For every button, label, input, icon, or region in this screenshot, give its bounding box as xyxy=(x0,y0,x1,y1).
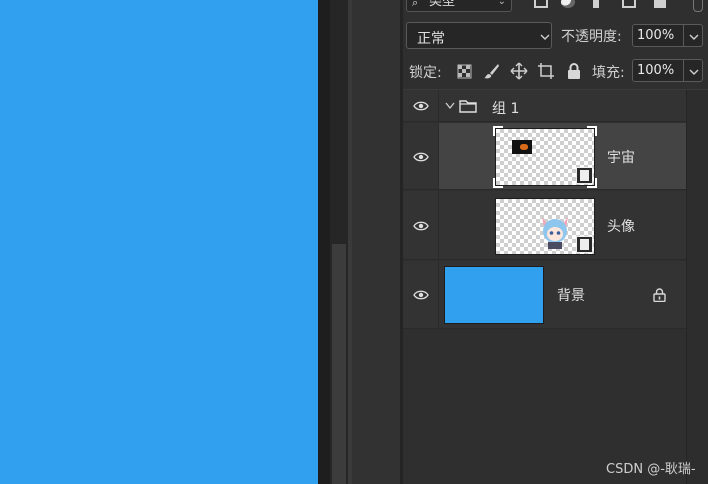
layer-filter-value: 类型 xyxy=(429,0,456,9)
visibility-toggle[interactable] xyxy=(403,90,439,121)
lock-icon[interactable] xyxy=(653,288,666,302)
eye-icon[interactable] xyxy=(413,152,429,162)
chevron-down-icon[interactable] xyxy=(445,102,455,110)
pixel-layer-filter-icon[interactable] xyxy=(534,0,548,8)
watermark: CSDN @-耿瑞- xyxy=(606,462,696,477)
eye-icon[interactable] xyxy=(413,290,429,300)
canvas-gutter xyxy=(318,0,330,484)
avatar-image xyxy=(542,217,568,249)
selection-corner xyxy=(493,126,503,136)
filter-toggle[interactable] xyxy=(693,0,703,12)
lock-label: 锁定: xyxy=(409,65,442,81)
layer-row-avatar[interactable]: 头像 xyxy=(403,191,686,260)
lock-artboard-icon[interactable] xyxy=(537,62,555,80)
layer-name[interactable]: 背景 xyxy=(557,285,585,305)
opacity-value: 100% xyxy=(637,28,675,43)
layer-thumbnail[interactable] xyxy=(495,198,595,255)
layer-name[interactable]: 头像 xyxy=(607,216,635,236)
lock-position-icon[interactable] xyxy=(510,62,528,80)
shape-layer-filter-icon[interactable] xyxy=(622,0,636,8)
smart-object-filter-icon[interactable] xyxy=(654,0,666,8)
folder-icon xyxy=(459,100,477,113)
search-icon: ⌕ xyxy=(412,0,419,9)
chevron-down-icon[interactable] xyxy=(689,67,699,77)
lock-all-icon[interactable] xyxy=(565,62,583,80)
layer-name[interactable]: 组 1 xyxy=(492,98,519,118)
lock-image-pixels-icon[interactable] xyxy=(483,62,501,80)
selection-corner xyxy=(587,126,597,136)
layer-name[interactable]: 宇宙 xyxy=(607,147,635,167)
layers-panel: ⌕ 类型 ⌄ 正常 不透明度: 100% 锁定: 填充: 100% 组 1 宇宙… xyxy=(403,0,708,484)
layer-filter-select[interactable]: ⌕ 类型 ⌄ xyxy=(406,0,512,12)
visibility-toggle[interactable] xyxy=(403,123,439,189)
visibility-toggle[interactable] xyxy=(403,191,439,259)
chevron-down-icon[interactable] xyxy=(689,32,699,42)
chevron-down-icon: ⌄ xyxy=(497,0,506,7)
fill-value: 100% xyxy=(637,63,675,78)
fill-input[interactable]: 100% xyxy=(632,59,703,82)
blend-mode-value: 正常 xyxy=(417,31,445,47)
collapsed-panel-strip xyxy=(352,0,400,484)
layer-row-background[interactable]: 背景 xyxy=(403,261,686,329)
opacity-separator xyxy=(683,25,684,46)
chevron-down-icon xyxy=(540,34,550,40)
selection-corner xyxy=(493,178,503,188)
blend-mode-select[interactable]: 正常 xyxy=(406,22,552,49)
opacity-input[interactable]: 100% xyxy=(632,24,703,47)
fill-label: 填充: xyxy=(592,65,625,81)
opacity-label: 不透明度: xyxy=(561,29,622,45)
document-canvas[interactable] xyxy=(0,0,318,484)
type-layer-filter-icon[interactable] xyxy=(593,0,599,8)
layer-row-group[interactable]: 组 1 xyxy=(403,90,686,122)
selection-corner xyxy=(587,178,597,188)
eye-icon[interactable] xyxy=(413,221,429,231)
layer-filter-row: ⌕ 类型 ⌄ xyxy=(403,0,708,14)
layer-row-universe[interactable]: 宇宙 xyxy=(403,123,686,190)
canvas-scrollbar-thumb[interactable] xyxy=(332,244,346,484)
eye-icon[interactable] xyxy=(413,101,429,111)
smart-object-icon xyxy=(576,236,593,253)
layer-thumbnail[interactable] xyxy=(495,128,595,186)
visibility-toggle[interactable] xyxy=(403,261,439,328)
lock-transparent-pixels-icon[interactable] xyxy=(456,62,474,80)
fill-separator xyxy=(683,60,684,81)
adjustment-layer-filter-icon[interactable] xyxy=(561,0,575,8)
layers-scrollbar[interactable] xyxy=(686,90,708,484)
layer-thumbnail[interactable] xyxy=(444,266,544,324)
thumbnail-image xyxy=(512,140,532,154)
